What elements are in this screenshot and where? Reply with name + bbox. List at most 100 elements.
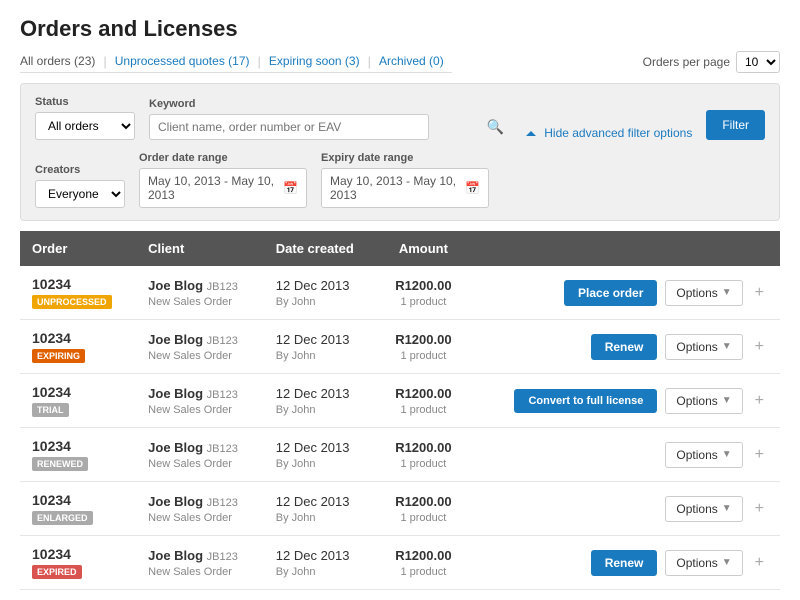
dropdown-arrow-icon: ▼ [722,395,732,406]
options-button[interactable]: Options ▼ [665,496,742,522]
orders-per-page-select[interactable]: 10 25 50 [736,51,780,73]
order-number: 10234 [32,276,124,292]
options-label: Options [676,394,717,408]
client-name: Joe Blog JB123 [148,278,238,293]
action-cell: Options ▼ + [469,482,781,536]
order-cell: 10234 TRIAL [20,374,136,428]
add-button[interactable]: + [751,444,768,466]
dropdown-arrow-icon: ▼ [722,449,732,460]
col-amount: Amount [378,231,468,266]
client-type: New Sales Order [148,404,232,416]
renew-button[interactable]: Renew [591,334,658,360]
col-order: Order [20,231,136,266]
date-cell: 12 Dec 2013 By John [264,320,379,374]
action-cell: Options ▼ + [469,428,781,482]
client-code: JB123 [207,551,238,563]
status-select[interactable]: All orders Processed Unprocessed Expirin… [35,112,135,140]
amount-products: 1 product [400,404,446,416]
amount-value: R1200.00 [395,494,451,509]
table-row: 10234 ENLARGED Joe Blog JB123 New Sales … [20,482,780,536]
add-button[interactable]: + [751,498,768,520]
col-client: Client [136,231,264,266]
client-name: Joe Blog JB123 [148,386,238,401]
expiry-date-input[interactable]: May 10, 2013 - May 10, 2013 📅 [321,168,489,208]
action-cell: Convert to full license Options ▼ + [469,374,781,428]
convert-button[interactable]: Convert to full license [514,389,657,413]
page-title: Orders and Licenses [20,16,780,42]
creators-select[interactable]: Everyone Me [35,180,125,208]
options-button[interactable]: Options ▼ [665,442,742,468]
client-cell: Joe Blog JB123 New Sales Order [136,428,264,482]
order-cell: 10234 ENLARGED [20,482,136,536]
tab-all-orders[interactable]: All orders (23) [20,50,95,72]
arrow-up-icon [526,131,536,136]
search-icon: 🔍 [487,119,504,136]
client-code: JB123 [207,389,238,401]
tab-expiring[interactable]: Expiring soon (3) [269,50,360,72]
table-row: 10234 UNPROCESSED Joe Blog JB123 New Sal… [20,266,780,320]
order-date: 12 Dec 2013 [276,386,350,401]
order-date-input[interactable]: May 10, 2013 - May 10, 2013 📅 [139,168,307,208]
orders-table: Order Client Date created Amount 10234 U… [20,231,780,590]
amount-cell: R1200.00 1 product [378,374,468,428]
tab-unprocessed[interactable]: Unprocessed quotes (17) [115,50,250,72]
client-cell: Joe Blog JB123 New Sales Order [136,320,264,374]
amount-cell: R1200.00 1 product [378,320,468,374]
table-row: 10234 EXPIRED Joe Blog JB123 New Sales O… [20,536,780,590]
status-label: Status [35,96,135,108]
date-cell: 12 Dec 2013 By John [264,482,379,536]
order-number: 10234 [32,330,124,346]
order-date: 12 Dec 2013 [276,278,350,293]
status-badge: EXPIRING [32,349,85,363]
options-label: Options [676,340,717,354]
amount-value: R1200.00 [395,278,451,293]
order-date: 12 Dec 2013 [276,440,350,455]
status-badge: TRIAL [32,403,69,417]
options-button[interactable]: Options ▼ [665,550,742,576]
order-by: By John [276,458,316,470]
add-button[interactable]: + [751,552,768,574]
hide-advanced-link[interactable]: Hide advanced filter options [526,126,692,140]
order-cell: 10234 EXPIRING [20,320,136,374]
keyword-input[interactable] [149,114,429,140]
calendar-icon: 📅 [283,181,298,195]
amount-products: 1 product [400,566,446,578]
options-button[interactable]: Options ▼ [665,334,742,360]
options-button[interactable]: Options ▼ [665,388,742,414]
dropdown-arrow-icon: ▼ [722,557,732,568]
add-button[interactable]: + [751,282,768,304]
table-row: 10234 TRIAL Joe Blog JB123 New Sales Ord… [20,374,780,428]
options-label: Options [676,502,717,516]
amount-value: R1200.00 [395,440,451,455]
add-button[interactable]: + [751,336,768,358]
order-by: By John [276,296,316,308]
amount-value: R1200.00 [395,548,451,563]
client-code: JB123 [207,281,238,293]
status-badge: UNPROCESSED [32,295,112,309]
add-button[interactable]: + [751,390,768,412]
client-cell: Joe Blog JB123 New Sales Order [136,266,264,320]
client-code: JB123 [207,497,238,509]
date-cell: 12 Dec 2013 By John [264,536,379,590]
status-badge: RENEWED [32,457,88,471]
amount-products: 1 product [400,512,446,524]
options-button[interactable]: Options ▼ [665,280,742,306]
client-cell: Joe Blog JB123 New Sales Order [136,374,264,428]
place-order-button[interactable]: Place order [564,280,657,306]
client-code: JB123 [207,335,238,347]
options-label: Options [676,286,717,300]
status-badge: EXPIRED [32,565,82,579]
order-date: 12 Dec 2013 [276,548,350,563]
date-cell: 12 Dec 2013 By John [264,374,379,428]
table-row: 10234 RENEWED Joe Blog JB123 New Sales O… [20,428,780,482]
renew-button[interactable]: Renew [591,550,658,576]
calendar-icon-expiry: 📅 [465,181,480,195]
amount-cell: R1200.00 1 product [378,536,468,590]
client-cell: Joe Blog JB123 New Sales Order [136,536,264,590]
tab-archived[interactable]: Archived (0) [379,50,444,72]
amount-cell: R1200.00 1 product [378,428,468,482]
filter-button[interactable]: Filter [706,110,765,140]
order-date-label: Order date range [139,152,307,164]
action-cell: Renew Options ▼ + [469,536,781,590]
order-cell: 10234 UNPROCESSED [20,266,136,320]
